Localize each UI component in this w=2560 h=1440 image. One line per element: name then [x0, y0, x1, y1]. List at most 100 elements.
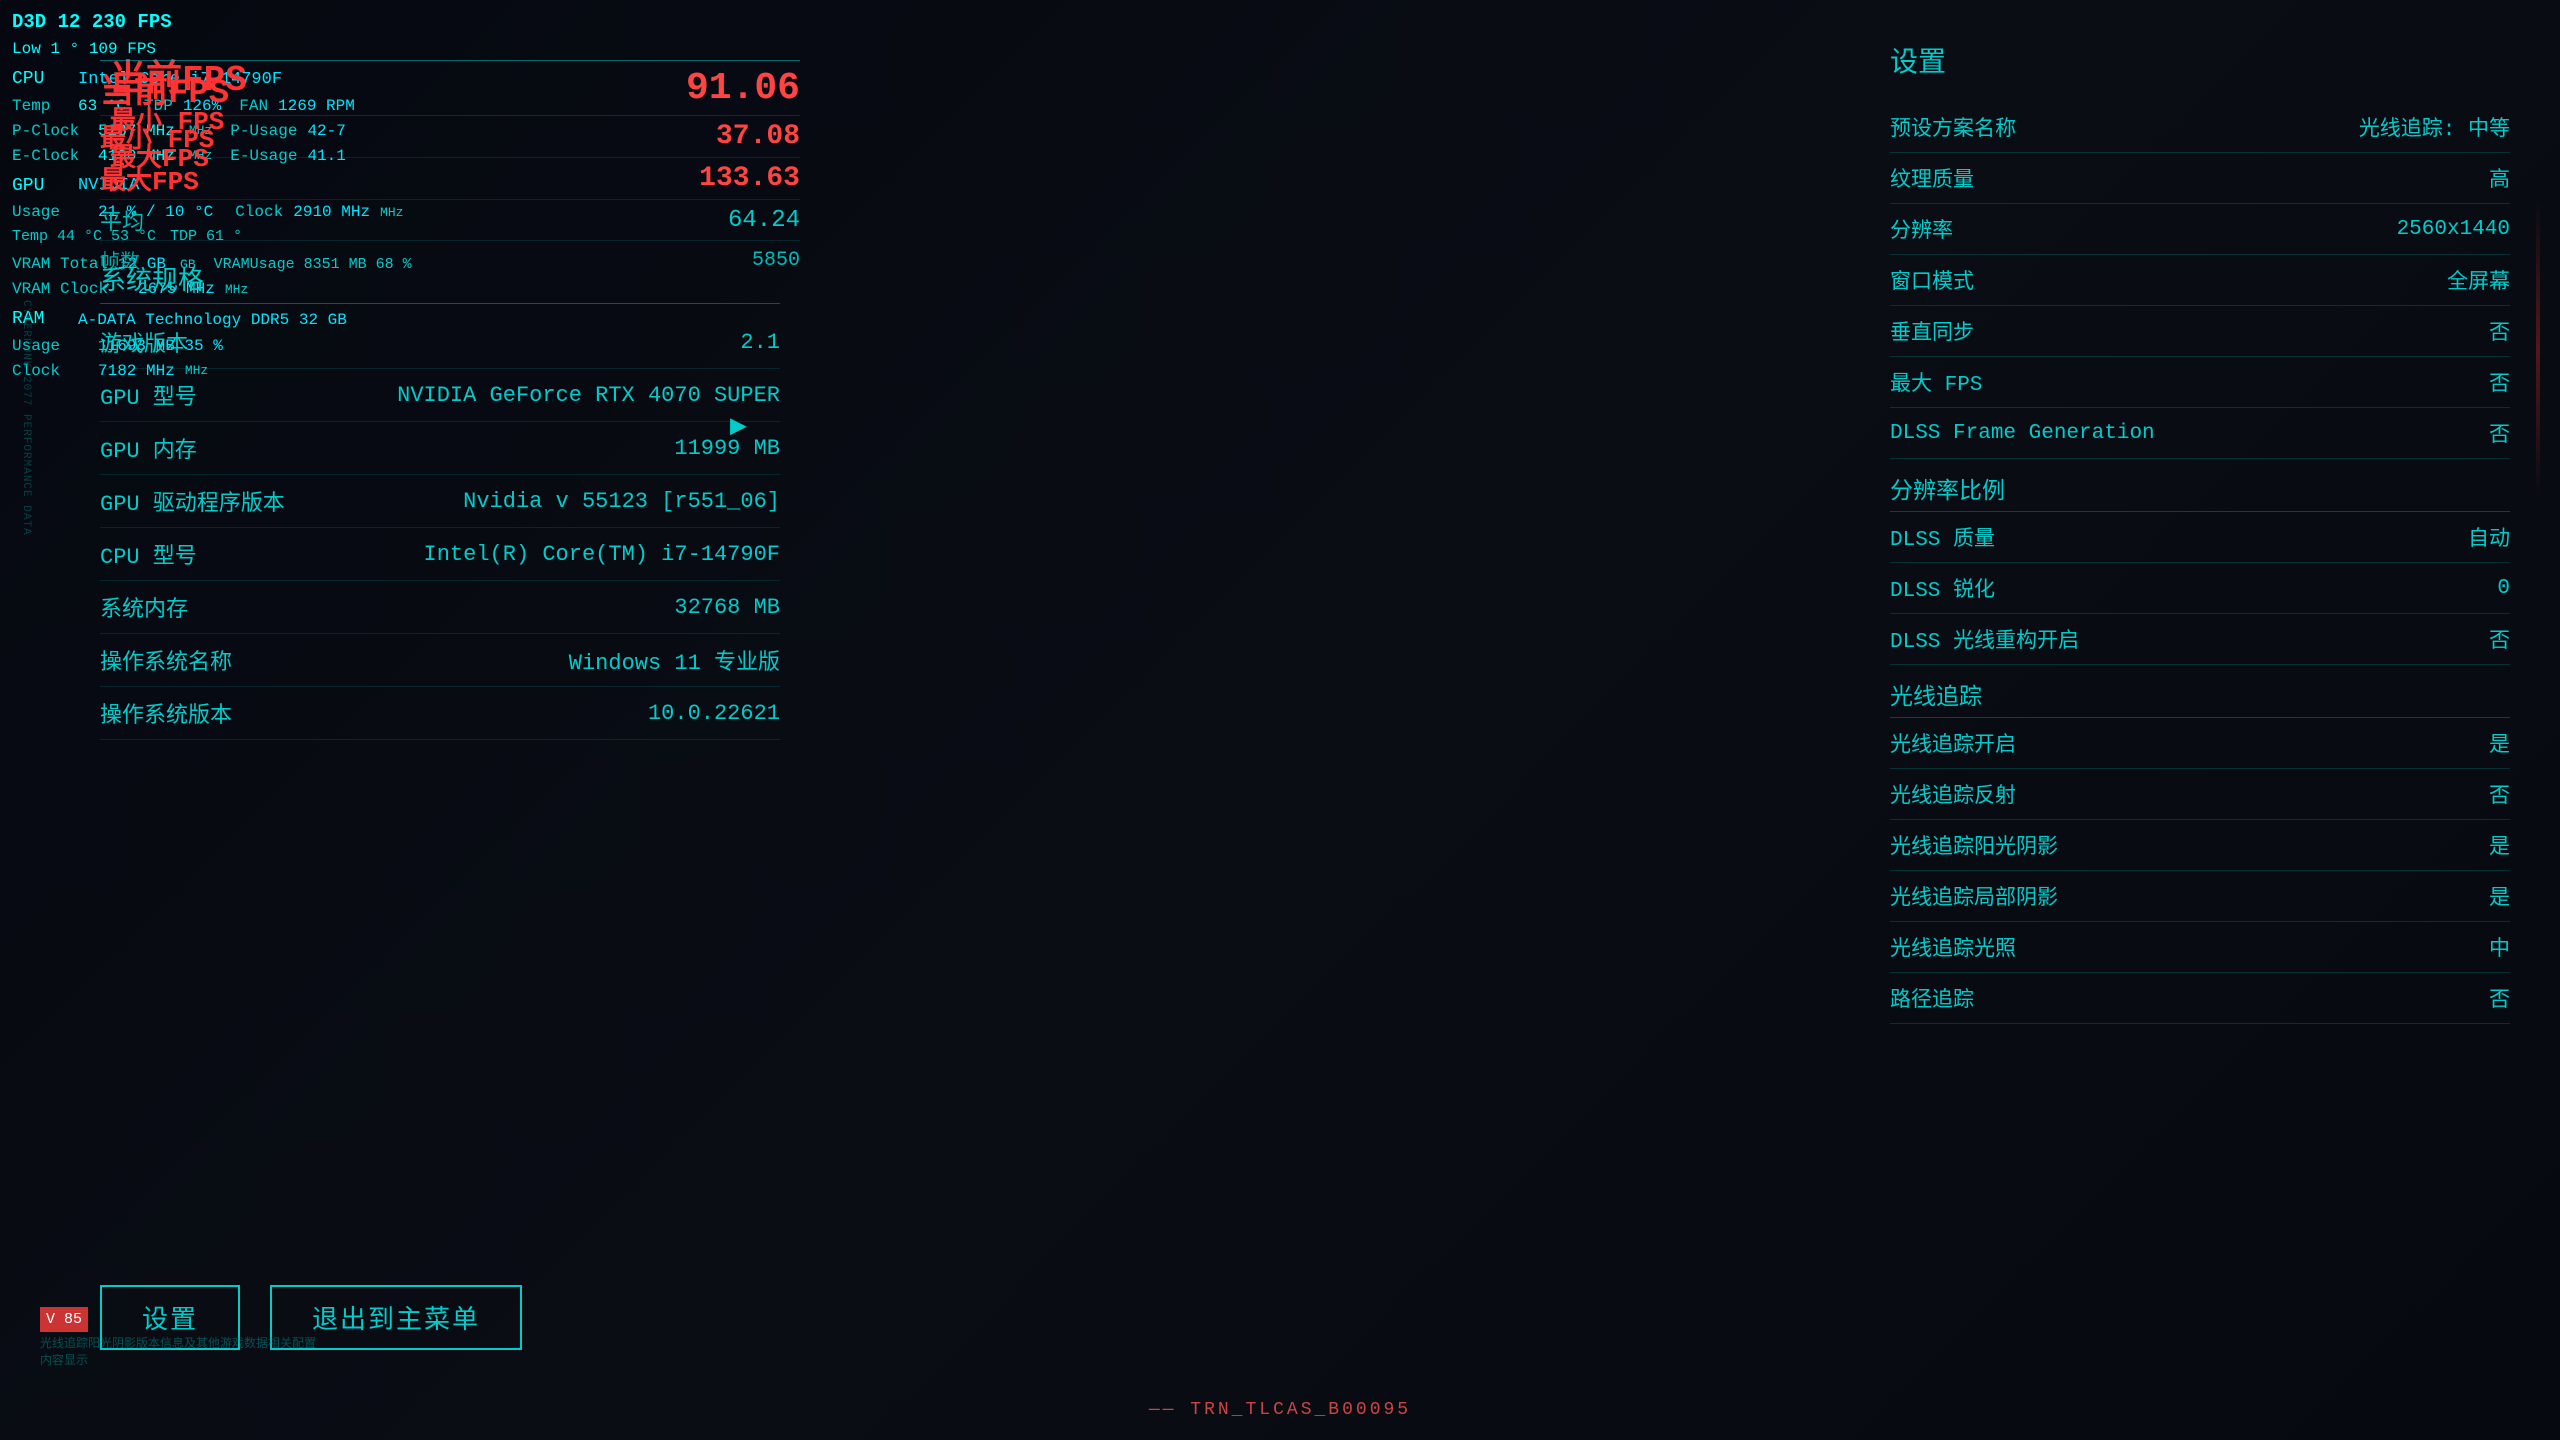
bottom-center-text: —— TRN_TLCAS_B00095 [1149, 1400, 1411, 1420]
version-description: 光线追踪阳光阴影版本信息及其他游戏数据相关配置内容显示 [40, 1336, 320, 1370]
setting-label-1: 分辨率 [1890, 214, 1953, 244]
spec-label-3: GPU 驱动程序版本 [100, 485, 285, 517]
avg-fps-value: 64.24 [728, 207, 800, 234]
setting-row: 垂直同步 否 [1890, 306, 2510, 357]
setting-row: 分辨率 2560x1440 [1890, 204, 2510, 255]
fps-stats-section: 当前FPS 91.06 最小 FPS 37.08 最大FPS 133.63 平均… [100, 60, 800, 279]
spec-label-4: CPU 型号 [100, 538, 197, 570]
preset-value: 光线追踪: 中等 [2359, 112, 2510, 142]
spec-label-5: 系统内存 [100, 591, 188, 623]
spec-row: GPU 内存 11999 MB [100, 422, 780, 475]
setting-value-2: 全屏幕 [2447, 265, 2510, 295]
current-fps-value: 91.06 [686, 67, 800, 110]
rt-label-2: 光线追踪阳光阴影 [1890, 830, 2058, 860]
spec-row: 系统内存 32768 MB [100, 581, 780, 634]
low-fps-line: Low 1 ° 109 FPS [12, 37, 156, 62]
setting-label-4: 最大 FPS [1890, 367, 1982, 397]
spec-row: 游戏版本 2.1 [100, 316, 780, 369]
resolution-ratio-header: 分辨率比例 [1890, 459, 2510, 512]
ray-tracing-header: 光线追踪 [1890, 665, 2510, 718]
temp-label: Temp [12, 94, 72, 119]
avg-fps-label: 平均 [100, 204, 144, 236]
min-fps-value: 37.08 [716, 121, 800, 152]
setting-label-0: 纹理质量 [1890, 163, 1974, 193]
setting-row: DLSS Frame Generation 否 [1890, 408, 2510, 459]
setting-row: 纹理质量 高 [1890, 153, 2510, 204]
spec-value-3: Nvidia v 55123 [r551_06] [463, 489, 780, 514]
spec-label-7: 操作系统版本 [100, 697, 232, 729]
rr-value-1: 0 [2497, 577, 2510, 600]
rt-label-0: 光线追踪开启 [1890, 728, 2016, 758]
resolution-ratio-row: DLSS 光线重构开启 否 [1890, 614, 2510, 665]
spec-label-1: GPU 型号 [100, 379, 197, 411]
d3d-line: D3D 12 230 FPS [12, 8, 172, 37]
setting-value-0: 高 [2489, 163, 2510, 193]
gpu-label: GPU [12, 173, 72, 201]
spec-value-6: Windows 11 专业版 [569, 644, 780, 676]
bottom-bar: —— TRN_TLCAS_B00095 [0, 1380, 2560, 1440]
spec-value-5: 32768 MB [674, 595, 780, 620]
spec-row: 操作系统版本 10.0.22621 [100, 687, 780, 740]
right-edge-decoration [2536, 200, 2540, 500]
rt-value-5: 否 [2489, 983, 2510, 1013]
spec-row: GPU 驱动程序版本 Nvidia v 55123 [r551_06] [100, 475, 780, 528]
resolution-ratio-row: DLSS 质量 自动 [1890, 512, 2510, 563]
rt-label-1: 光线追踪反射 [1890, 779, 2016, 809]
spec-label-2: GPU 内存 [100, 432, 197, 464]
settings-panel: 设置 预设方案名称 光线追踪: 中等 纹理质量 高 分辨率 2560x1440 … [1890, 40, 2510, 1024]
resolution-ratio-row: DLSS 锐化 0 [1890, 563, 2510, 614]
rr-label-2: DLSS 光线重构开启 [1890, 624, 2079, 654]
spec-value-4: Intel(R) Core(TM) i7-14790F [424, 542, 780, 567]
spec-value-2: 11999 MB [674, 436, 780, 461]
rr-value-0: 自动 [2468, 522, 2510, 552]
spec-label-6: 操作系统名称 [100, 644, 232, 676]
setting-label-5: DLSS Frame Generation [1890, 422, 2155, 445]
spec-value-1: NVIDIA GeForce RTX 4070 SUPER [397, 383, 780, 408]
rt-label-3: 光线追踪局部阴影 [1890, 881, 2058, 911]
ray-tracing-row: 光线追踪开启 是 [1890, 718, 2510, 769]
rr-label-0: DLSS 质量 [1890, 522, 1995, 552]
min-fps-row-label: 最小 FPS [100, 118, 214, 155]
max-fps-value: 133.63 [699, 163, 800, 194]
spec-value-7: 10.0.22621 [648, 701, 780, 726]
rt-value-1: 否 [2489, 779, 2510, 809]
current-fps-row-label: 当前FPS [100, 63, 229, 113]
version-badge: V 85 [40, 1307, 88, 1332]
rt-value-2: 是 [2489, 830, 2510, 860]
rt-label-5: 路径追踪 [1890, 983, 1974, 1013]
spec-row: GPU 型号 NVIDIA GeForce RTX 4070 SUPER [100, 369, 780, 422]
left-decoration: CYBERPUNK 2077 PERFORMANCE DATA [20, 300, 32, 536]
gpu-usage-label: Usage [12, 200, 92, 225]
setting-value-1: 2560x1440 [2397, 218, 2510, 241]
preset-label: 预设方案名称 [1890, 112, 2016, 142]
specs-section: 系统规格 游戏版本 2.1 GPU 型号 NVIDIA GeForce RTX … [100, 260, 780, 740]
preset-row: 预设方案名称 光线追踪: 中等 [1890, 102, 2510, 153]
version-info: V 85 光线追踪阳光阴影版本信息及其他游戏数据相关配置内容显示 [40, 1307, 320, 1370]
spec-label-0: 游戏版本 [100, 326, 188, 358]
ray-tracing-row: 光线追踪光照 中 [1890, 922, 2510, 973]
ray-tracing-row: 光线追踪阳光阴影 是 [1890, 820, 2510, 871]
setting-label-2: 窗口模式 [1890, 265, 1974, 295]
rt-value-3: 是 [2489, 881, 2510, 911]
eclock-label: E-Clock [12, 144, 92, 169]
setting-row: 最大 FPS 否 [1890, 357, 2510, 408]
rt-label-4: 光线追踪光照 [1890, 932, 2016, 962]
ray-tracing-row: 路径追踪 否 [1890, 973, 2510, 1024]
spec-row: CPU 型号 Intel(R) Core(TM) i7-14790F [100, 528, 780, 581]
setting-value-5: 否 [2489, 418, 2510, 448]
rr-label-1: DLSS 锐化 [1890, 573, 1995, 603]
ray-tracing-row: 光线追踪局部阴影 是 [1890, 871, 2510, 922]
specs-title: 系统规格 [100, 260, 780, 304]
spec-value-0: 2.1 [740, 330, 780, 355]
ray-tracing-row: 光线追踪反射 否 [1890, 769, 2510, 820]
vram-total-label: VRAM Total [12, 252, 112, 277]
pclock-label: P-Clock [12, 119, 92, 144]
setting-value-4: 否 [2489, 367, 2510, 397]
cpu-label: CPU [12, 66, 72, 94]
setting-value-3: 否 [2489, 316, 2510, 346]
max-fps-row-label: 最大FPS [100, 160, 199, 197]
rt-value-0: 是 [2489, 728, 2510, 758]
spec-row: 操作系统名称 Windows 11 专业版 [100, 634, 780, 687]
setting-row: 窗口模式 全屏幕 [1890, 255, 2510, 306]
rr-value-2: 否 [2489, 624, 2510, 654]
